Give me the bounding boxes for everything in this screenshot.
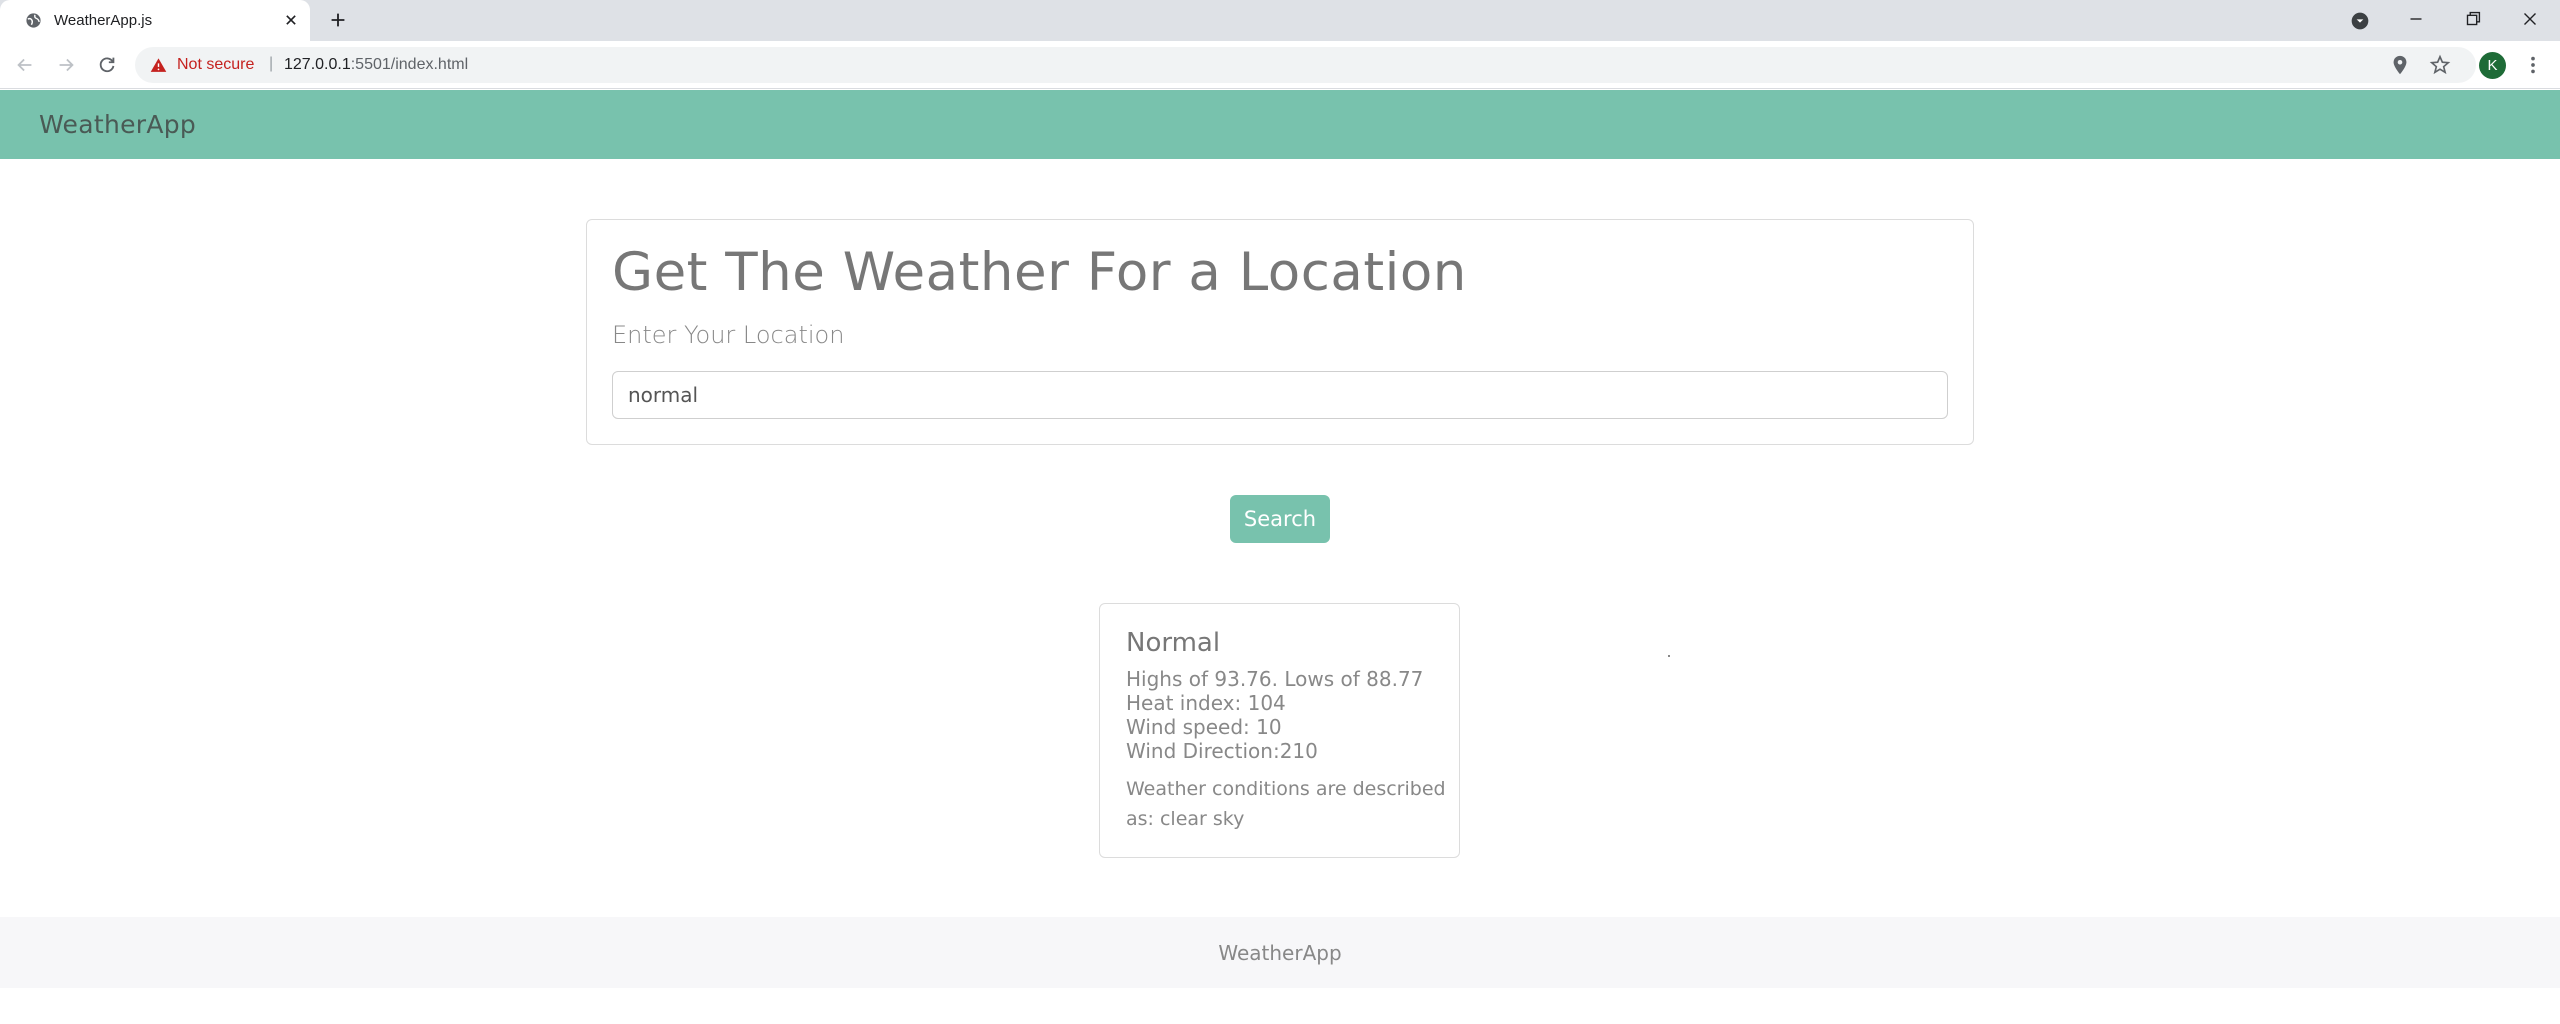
close-tab-icon[interactable]	[281, 10, 301, 30]
tab-title: WeatherApp.js	[54, 12, 153, 29]
url-path: :5501/index.html	[350, 56, 469, 73]
search-card: Get The Weather For a Location Enter You…	[586, 219, 1974, 445]
kebab-menu-icon[interactable]	[2522, 54, 2544, 76]
heat-index-text: Heat index: 104	[1126, 691, 1286, 715]
tab-search-dropdown-icon[interactable]	[2350, 11, 2370, 31]
page-title: Get The Weather For a Location	[612, 242, 1467, 303]
result-details: Highs of 93.76. Lows of 88.77 Heat index…	[1126, 667, 1423, 763]
new-tab-icon[interactable]	[327, 9, 349, 31]
highs-lows-text: Highs of 93.76. Lows of 88.77	[1126, 667, 1424, 691]
forward-arrow-icon[interactable]	[55, 54, 77, 76]
app-navbar: WeatherApp	[0, 90, 2560, 159]
url-host: 127.0.0.1	[284, 56, 351, 73]
globe-icon	[26, 13, 41, 28]
browser-tab-strip: WeatherApp.js	[0, 0, 2560, 41]
location-input[interactable]	[612, 371, 1948, 419]
url-separator: |	[269, 55, 274, 72]
browser-tab[interactable]: WeatherApp.js	[0, 0, 310, 41]
footer-text: WeatherApp	[1218, 941, 1342, 965]
conditions-description: Weather conditions are described as: cle…	[1126, 778, 1446, 830]
bookmark-star-icon[interactable]	[2429, 54, 2451, 76]
window-close-icon[interactable]	[2519, 8, 2541, 30]
weather-result-card: Normal Highs of 93.76. Lows of 88.77 Hea…	[1099, 603, 1460, 858]
url-text[interactable]: 127.0.0.1:5501/index.html	[284, 56, 468, 74]
security-label[interactable]: Not secure	[177, 56, 254, 74]
minimize-icon[interactable]	[2405, 8, 2427, 30]
page-footer: WeatherApp	[0, 917, 2560, 988]
result-title: Normal	[1126, 628, 1221, 658]
wind-direction-text: Wind Direction:210	[1126, 739, 1318, 763]
reload-icon[interactable]	[96, 54, 118, 76]
location-pin-icon[interactable]	[2389, 54, 2411, 76]
wind-speed-text: Wind speed: 10	[1126, 715, 1282, 739]
warning-icon[interactable]	[150, 57, 167, 74]
stray-dot	[1668, 655, 1670, 657]
back-arrow-icon[interactable]	[14, 54, 36, 76]
browser-toolbar: Not secure | 127.0.0.1:5501/index.html K	[0, 41, 2560, 89]
profile-avatar[interactable]: K	[2479, 52, 2506, 79]
search-button[interactable]: Search	[1230, 495, 1330, 543]
restore-icon[interactable]	[2462, 8, 2484, 30]
location-label: Enter Your Location	[612, 321, 845, 349]
address-bar[interactable]: Not secure | 127.0.0.1:5501/index.html	[135, 47, 2476, 83]
navbar-brand[interactable]: WeatherApp	[39, 110, 196, 139]
